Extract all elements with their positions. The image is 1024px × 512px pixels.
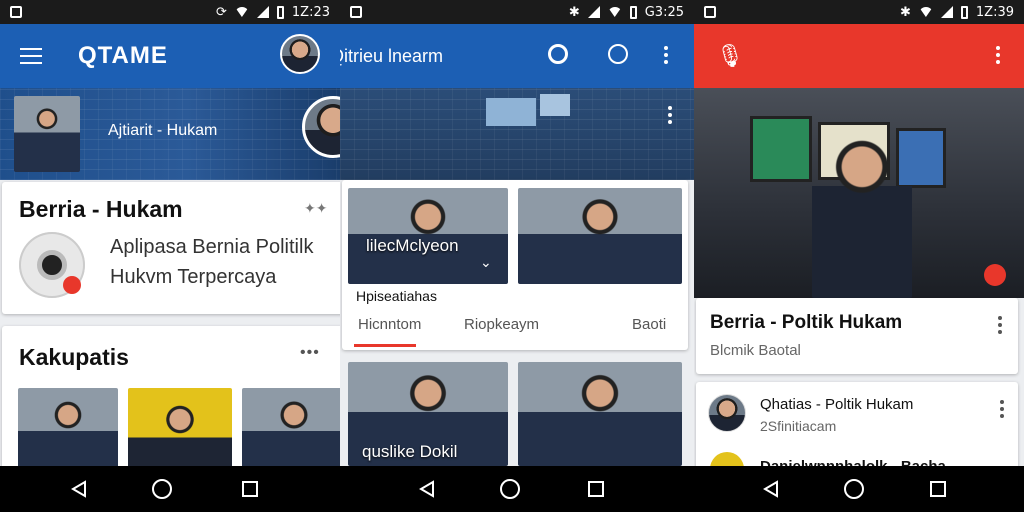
system-nav-bar — [0, 466, 1024, 512]
overflow-menu-icon[interactable] — [668, 106, 672, 124]
list-item-title: Danielwnnnhalolk - Bacha — [760, 458, 946, 466]
profile-avatar[interactable] — [280, 34, 320, 74]
camera-icon — [19, 232, 85, 298]
more-dots-icon[interactable]: ••• — [300, 344, 320, 362]
app-bar: Qitrieu lnearm — [340, 24, 694, 88]
panel-home: ⟳ 1Z:23 QTAME Ajtiarit - Hukam Berria - … — [0, 0, 340, 466]
article-card[interactable]: Berria - Poltik Hukam Blcmik Baotal — [696, 298, 1018, 374]
article-subtitle: Blcmik Baotal — [710, 342, 801, 359]
press-speaker — [812, 138, 912, 298]
tab-underline — [354, 344, 416, 347]
status-time: G3:25 — [644, 4, 684, 20]
thumb-desk[interactable] — [242, 388, 340, 466]
battery-icon — [276, 5, 284, 19]
thumb-speaker[interactable]: quslike Dokil — [348, 362, 508, 466]
thumb-speaker-caption: quslike Dokil — [362, 442, 458, 461]
badge-icon — [984, 264, 1006, 286]
panel-search: ✱ G3:25 Qitrieu lnearm lilecMclyeon ⌄ Hp… — [340, 0, 694, 466]
app-bar: QTAME — [0, 24, 340, 88]
microphone-icon[interactable]: 🎙 — [716, 43, 744, 69]
back-icon[interactable] — [70, 480, 88, 498]
overflow-menu-icon[interactable] — [998, 316, 1002, 334]
recents-icon[interactable] — [242, 481, 258, 497]
status-time: 1Z:39 — [975, 4, 1014, 20]
home-icon[interactable] — [500, 479, 520, 499]
tab-baoti[interactable]: Baoti — [632, 316, 666, 333]
wifi-icon — [607, 7, 622, 17]
search-icon[interactable] — [608, 44, 628, 64]
list-item-title: Qhatias - Poltik Hukam — [760, 396, 914, 413]
category-card[interactable]: Kakupatis ••• — [2, 326, 340, 466]
sync-icon: ⟳ — [215, 4, 227, 20]
signal-icon — [587, 6, 600, 18]
app-bar: 🎙 — [694, 24, 1024, 88]
home-icon[interactable] — [844, 479, 864, 499]
screen-left — [486, 98, 536, 126]
recents-icon[interactable] — [930, 481, 946, 497]
back-icon[interactable] — [762, 480, 780, 498]
wifi-icon — [918, 7, 933, 17]
recents-icon[interactable] — [588, 481, 604, 497]
hero-press[interactable] — [694, 88, 1024, 298]
overflow-menu-icon[interactable] — [1000, 400, 1004, 418]
hero-portrait-left — [14, 96, 80, 172]
signal-icon — [256, 6, 269, 18]
list-avatar — [710, 452, 744, 466]
signal-icon — [940, 6, 953, 18]
back-icon[interactable] — [418, 480, 436, 498]
list-item[interactable]: Qhatias - Poltik Hukam 2Sfinitiacam — [696, 382, 1018, 444]
screen-1 — [750, 116, 812, 182]
thumb-laptop[interactable] — [518, 188, 682, 284]
notification-icon — [704, 6, 716, 18]
wifi-icon — [234, 7, 249, 17]
battery-icon — [629, 5, 637, 19]
status-bar: ✱ 1Z:39 — [694, 0, 1024, 24]
search-icon[interactable] — [548, 44, 568, 64]
notification-icon — [350, 6, 362, 18]
app-brand: QTAME — [78, 42, 168, 69]
screen-right — [540, 94, 570, 116]
notification-icon — [10, 6, 22, 18]
status-time: 1Z:23 — [291, 4, 330, 20]
hero-audience — [340, 88, 694, 180]
overflow-menu-icon[interactable] — [664, 46, 668, 64]
star-dots-icon[interactable]: ✦✦ — [304, 200, 327, 217]
thumb-yellow[interactable] — [128, 388, 232, 466]
thumb-official[interactable] — [518, 362, 682, 466]
status-bar: ✱ G3:25 — [340, 0, 694, 24]
list-item[interactable]: Danielwnnnhalolk - Bacha — [696, 446, 1018, 466]
tab-riopkeaym[interactable]: Riopkeaym — [464, 316, 539, 333]
appbar-title: Qitrieu lnearm — [340, 45, 444, 66]
status-bar: ⟳ 1Z:23 — [0, 0, 340, 24]
list-avatar — [708, 394, 746, 432]
home-icon[interactable] — [152, 479, 172, 499]
thumb-caption: lilecMclyeon — [366, 236, 459, 255]
tab-hicnntom[interactable]: Hicnntom — [358, 316, 421, 333]
bluetooth-icon: ✱ — [568, 4, 580, 20]
hero-banner[interactable]: Ajtiarit - Hukam — [0, 88, 340, 180]
battery-icon — [960, 5, 968, 19]
card-subtitle-line2: Hukvm Terpercaya — [110, 266, 277, 288]
hero-caption: Ajtiarit - Hukam — [108, 122, 218, 139]
media-card[interactable]: lilecMclyeon ⌄ Hpiseatiahas Hicnntom Rio… — [342, 180, 688, 350]
thumb-meeting[interactable]: lilecMclyeon ⌄ — [348, 188, 508, 284]
list-item-subtitle: 2Sfinitiacam — [760, 418, 837, 434]
overflow-menu-icon[interactable] — [996, 46, 1000, 64]
related-list: Qhatias - Poltik Hukam 2Sfinitiacam Dani… — [696, 382, 1018, 466]
menu-icon[interactable] — [20, 48, 42, 64]
card-title: Berria - Hukam — [19, 196, 183, 222]
media-card-label: Hpiseatiahas — [356, 288, 437, 304]
bluetooth-icon: ✱ — [899, 4, 911, 20]
news-card[interactable]: Berria - Hukam ✦✦ Aplipasa Bernia Politi… — [2, 182, 340, 314]
card-subtitle-line1: Aplipasa Bernia Politilk — [110, 236, 314, 258]
thumb-office[interactable] — [18, 388, 118, 466]
panel-detail: ✱ 1Z:39 🎙 Berria - Poltik Hukam Blcmik B… — [694, 0, 1024, 466]
chevron-down-icon: ⌄ — [480, 254, 492, 270]
article-title: Berria - Poltik Hukam — [710, 312, 903, 333]
category-title: Kakupatis — [19, 344, 129, 370]
